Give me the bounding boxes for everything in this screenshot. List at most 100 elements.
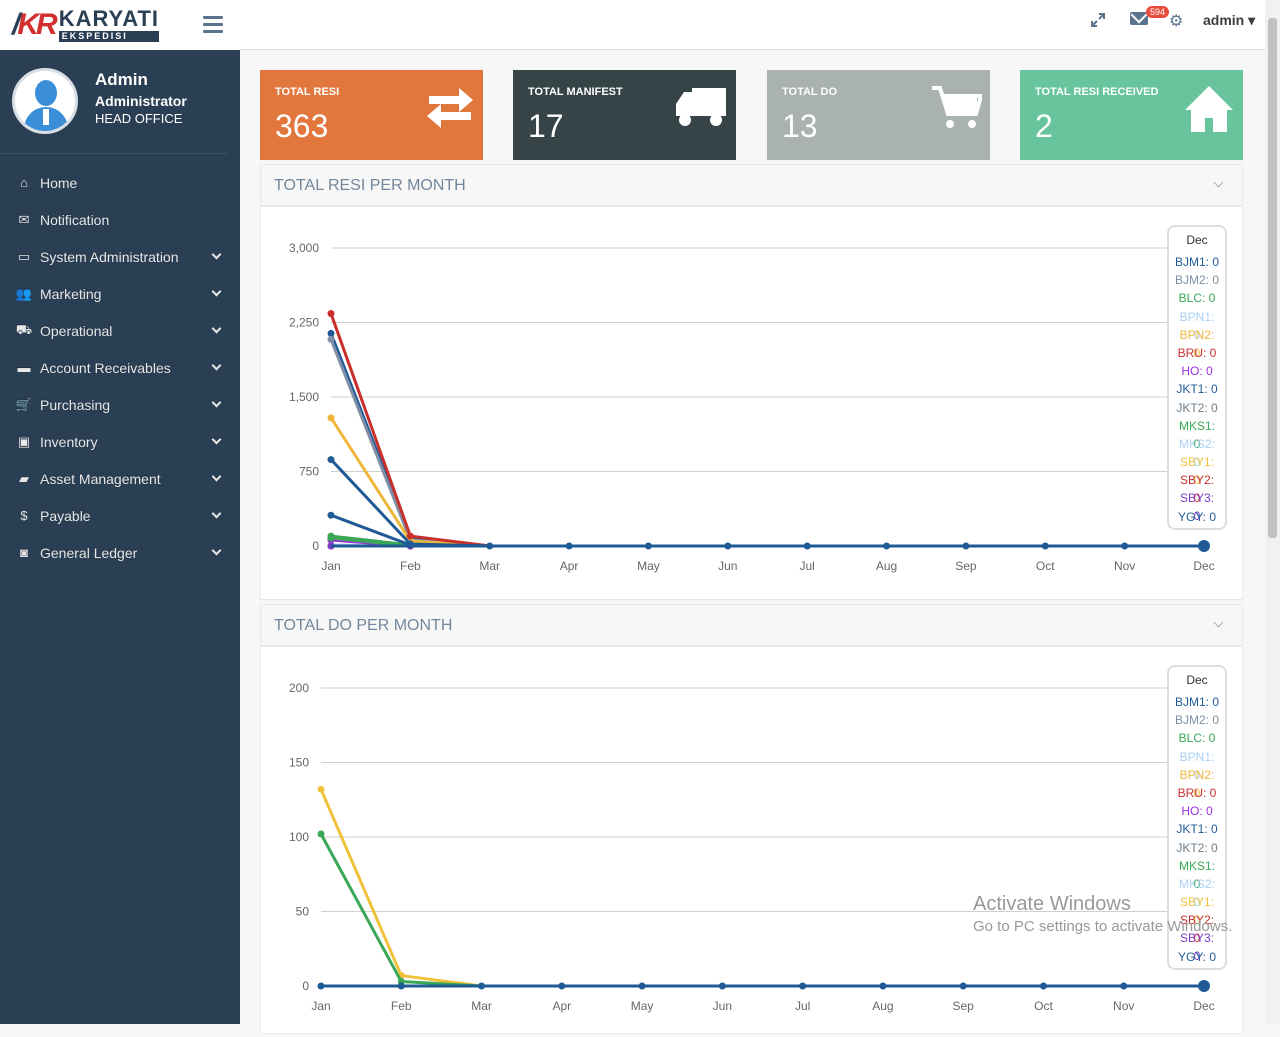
series-line-bru [329,313,1204,548]
fullscreen-icon[interactable] [1090,12,1106,28]
do-line-chart: 0 50 100 150 200 Jan Feb Mar Apr May Jun Jul Aug Sep O… [289,681,1215,1013]
tooltip-row: BPN1: 0 [1179,749,1215,782]
brand-subtitle: EKSPEDISI [58,31,159,42]
sidebar: /KR KARYATI EKSPEDISI Admin Administrato… [0,0,240,1024]
page-scrollbar[interactable] [1265,0,1280,1024]
series-line-bpn2 [319,788,1204,988]
stat-tile-total-manifest[interactable]: TOTAL MANIFEST 17 [513,70,736,160]
chart-tooltip: Dec BJM1: 0 BJM2: 0 BLC: 0 BPN1: 0 BPN2: 0 BRU… [1167,665,1227,970]
tooltip-row: YGY: 0 [1177,949,1217,964]
tooltip-row: JKT2: 0 [1176,400,1218,415]
sidebar-item-purchasing[interactable]: 🛒 Purchasing [0,386,240,423]
tooltip-row: BPN1: 0 [1179,309,1215,342]
y-tick-label: 1,500 [289,390,319,404]
x-tick-label: Feb [391,999,412,1013]
data-point-bjm2 [327,335,335,343]
stat-tile-total-resi-received[interactable]: TOTAL RESI RECEIVED 2 [1020,70,1243,160]
gear-icon[interactable]: ⚙ [1169,11,1183,31]
x-tick-label: Mar [479,559,500,573]
stat-tile-total-resi[interactable]: TOTAL RESI 363 [260,70,483,160]
tooltip-row: BJM2: 0 [1175,713,1220,728]
data-point-jkt1 [327,456,335,464]
series-line-bjm1 [329,332,1204,548]
y-tick-label: 100 [289,830,309,844]
sidebar-item-label: Marketing [40,285,102,302]
resi-panel-title: TOTAL RESI PER MONTH [274,177,466,194]
tile-value: 363 [275,108,329,144]
x-tick-label: May [637,559,660,573]
envelope-icon[interactable] [1130,12,1148,25]
tooltip-row: JKT1: 0 [1176,822,1218,837]
logo-mark: /KR [12,8,58,41]
sidebar-item-label: Asset Management [40,470,161,487]
stat-tile-total-do[interactable]: TOTAL DO 13 [767,70,990,160]
profile-role: Administrator [95,93,187,109]
x-tick-label: Aug [876,559,897,573]
x-tick-label: Nov [1113,999,1134,1013]
sidebar-item-notification[interactable]: ✉ Notification [0,201,240,238]
tooltip-row: BPN2: 0 [1179,327,1215,360]
sidebar-item-label: Payable [40,507,91,524]
tooltip-row: BLC: 0 [1178,731,1216,746]
data-point-bpn2 [327,414,335,422]
sidebar-item-home[interactable]: ⌂ Home [0,164,240,201]
tooltip-row: SBY3: 0 [1179,491,1215,524]
sidebar-item-inventory[interactable]: ▣ Inventory [0,423,240,460]
x-tick-label: Feb [400,559,421,573]
tooltip-row: BJM2: 0 [1175,273,1220,288]
tooltip-row: SBY1: 0 [1179,895,1215,928]
tooltip-row: JKT1: 0 [1176,382,1218,397]
hamburger-menu-icon[interactable] [203,16,223,33]
sidebar-item-system-administration[interactable]: ▭ System Administration [0,238,240,275]
sidebar-menu: ⌂ Home ✉ Notification ▭ System Administration… [0,164,240,571]
chevron-down-icon [211,249,222,260]
collapse-chevron-icon[interactable] [1213,177,1224,188]
y-tick-label: 150 [289,756,309,770]
top-navbar: 594 ⚙ admin ▾ [240,0,1265,50]
x-tick-label: Dec [1193,999,1214,1013]
sidebar-item-account-receivables[interactable]: ▬ Account Receivables [0,349,240,386]
x-tick-label: Aug [872,999,893,1013]
tooltip-row: MKS1: 0 [1178,418,1215,451]
y-tick-label: 0 [312,539,319,553]
x-tick-label: May [631,999,654,1013]
y-tick-label: 200 [289,681,309,695]
x-tick-label: Jul [800,559,815,573]
sidebar-item-label: Home [40,174,78,191]
credit-card-icon: ▬ [17,360,31,375]
user-dropdown[interactable]: admin ▾ [1203,12,1255,29]
x-tick-label: Apr [560,559,579,573]
chevron-down-icon [211,397,222,408]
chart-tooltip: Dec BJM1: 0 BJM2: 0 BLC: 0 BPN1: 0 BPN2: 0 BRU… [1167,225,1227,530]
x-tick-label: Mar [471,999,492,1013]
profile-name: Admin [95,70,148,89]
tooltip-row: SBY1: 0 [1179,455,1215,488]
x-tick-label: Jan [321,559,340,573]
x-tick-label: Oct [1036,559,1055,573]
tooltip-row: BLC: 0 [1178,291,1216,306]
sidebar-item-marketing[interactable]: 👥 Marketing [0,275,240,312]
data-point-blc [317,830,325,838]
tooltip-row: BPN2: 0 [1179,767,1215,800]
series-line-bjm2 [329,338,1204,548]
envelope-icon: ✉ [18,211,30,227]
chevron-down-icon [211,286,222,297]
data-point-mks1 [327,534,335,542]
sidebar-item-asset-management[interactable]: ▰ Asset Management [0,460,240,497]
collapse-chevron-icon[interactable] [1213,617,1224,628]
resi-line-chart: 0 750 1,500 2,250 3,000 Jan Feb Mar Apr May Jun Jul… [289,241,1215,573]
tooltip-row: BRU: 0 [1177,785,1217,800]
chevron-down-icon [211,545,222,556]
brand-logo[interactable]: /KR KARYATI EKSPEDISI [0,0,240,50]
resi-chart-panel: TOTAL RESI PER MONTH 0 750 1,500 2,250 3,000… [260,164,1243,600]
sidebar-item-general-ledger[interactable]: ◙ General Ledger [0,534,240,571]
chevron-down-icon [211,323,222,334]
tooltip-row: YGY: 0 [1177,509,1217,524]
series-line-jkt1 [329,458,1204,548]
sidebar-item-label: Notification [40,211,110,228]
tooltip-row: MKS1: 0 [1178,858,1215,891]
sidebar-item-payable[interactable]: $ Payable [0,497,240,534]
sidebar-item-operational[interactable]: ⛟ Operational [0,312,240,349]
tooltip-title: Dec [1186,673,1208,687]
tile-label: TOTAL DO [782,86,837,98]
